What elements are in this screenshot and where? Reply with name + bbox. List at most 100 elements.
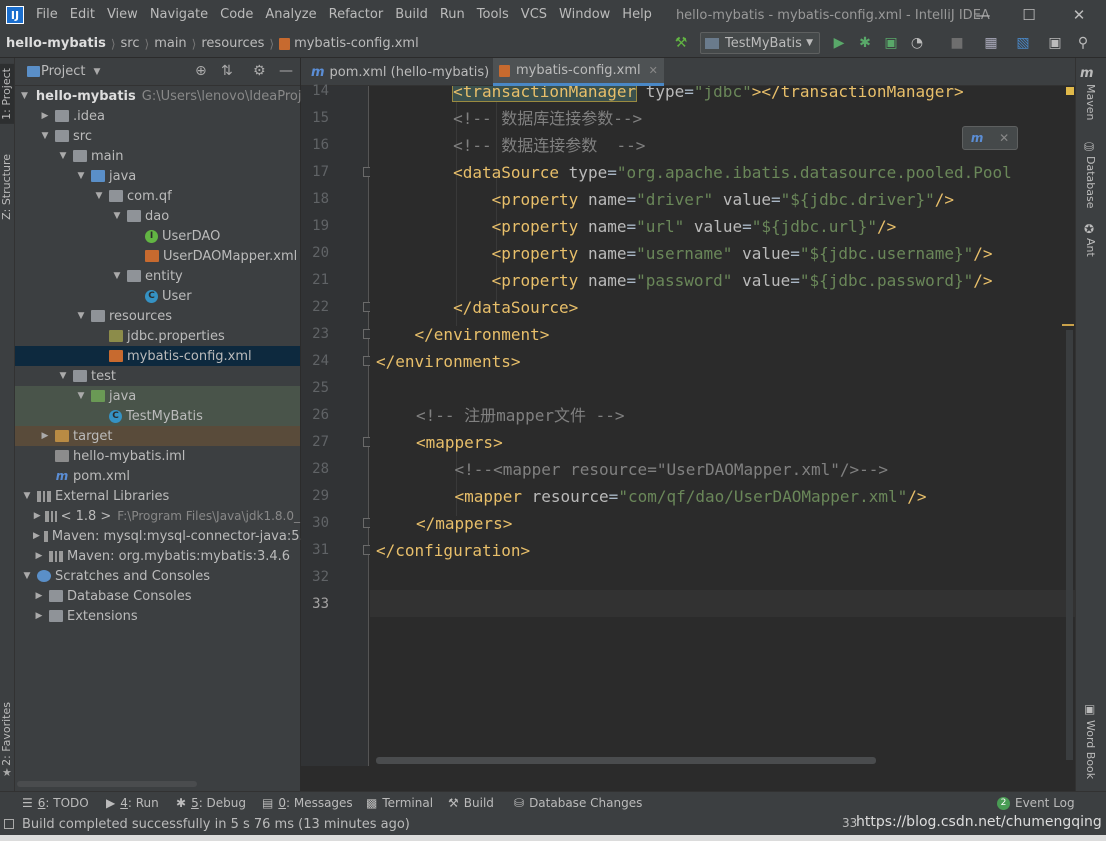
folder-icon: [49, 610, 63, 622]
menu-navigate[interactable]: Navigate: [144, 0, 214, 30]
breadcrumb-file[interactable]: mybatis-config.xml: [294, 36, 419, 51]
tree-item-iml[interactable]: hello-mybatis.iml: [15, 446, 300, 466]
todo-tool-button[interactable]: ☰ 6: TODO: [22, 792, 89, 814]
tree-item-jdbc-properties[interactable]: jdbc.properties: [15, 326, 300, 346]
breadcrumb-resources[interactable]: resources: [201, 36, 264, 51]
locate-icon[interactable]: ⊕: [195, 63, 207, 79]
menu-file[interactable]: File: [30, 0, 64, 30]
tab-pom-xml[interactable]: m pom.xml (hello-mybatis) ✕: [305, 58, 512, 86]
vertical-scrollbar[interactable]: [1066, 330, 1073, 760]
tree-item-project-root[interactable]: ▼ hello-mybatis G:\Users\lenovo\IdeaProj…: [15, 86, 309, 106]
search-icon[interactable]: ⚲: [1074, 34, 1092, 52]
xml-file-icon: [109, 350, 123, 362]
tree-item-resources[interactable]: ▼ resources: [15, 306, 300, 326]
project-tool-tab[interactable]: 1: Project: [0, 64, 14, 124]
tree-item-extensions[interactable]: ▶ Extensions: [15, 606, 300, 626]
build-hammer-icon[interactable]: ⚒: [672, 34, 690, 52]
properties-file-icon: [109, 330, 123, 342]
tree-item-external-libraries[interactable]: ▼ External Libraries: [15, 486, 300, 506]
terminal-tool-button[interactable]: ▩ Terminal: [366, 792, 433, 814]
tree-item-idea[interactable]: ▶ .idea: [15, 106, 300, 126]
tree-item-main-java[interactable]: ▼ java: [15, 166, 300, 186]
translate-icon[interactable]: ▧: [1014, 34, 1032, 52]
tree-item-test-java[interactable]: ▼ java: [15, 386, 300, 406]
error-stripe-mark[interactable]: [1062, 324, 1074, 326]
close-window-button[interactable]: ✕: [1056, 0, 1102, 30]
package-icon: [109, 190, 123, 202]
tree-item-main[interactable]: ▼ main: [15, 146, 300, 166]
messages-tool-button[interactable]: ▤ 0: Messages: [262, 792, 353, 814]
warning-marker-icon[interactable]: [1066, 87, 1074, 95]
coverage-icon[interactable]: ▣: [882, 34, 900, 52]
debug-tool-button[interactable]: ✱ 5: Debug: [176, 792, 246, 814]
caret-position[interactable]: 33: [842, 816, 857, 830]
profile-icon[interactable]: ◔: [908, 34, 926, 52]
debug-icon[interactable]: ✱: [856, 34, 874, 52]
menu-window[interactable]: Window: [553, 0, 616, 30]
database-tool-tab[interactable]: Database: [1084, 156, 1097, 209]
tree-item-userdao[interactable]: I UserDAO: [15, 226, 300, 246]
presentation-icon[interactable]: ▣: [1046, 34, 1064, 52]
menu-edit[interactable]: Edit: [64, 0, 101, 30]
toggle-tool-windows-icon[interactable]: [4, 819, 14, 829]
tree-item-pom-xml[interactable]: m pom.xml: [15, 466, 300, 486]
collapse-all-icon[interactable]: ⇅: [221, 63, 233, 79]
maven-tool-tab[interactable]: Maven: [1084, 84, 1097, 120]
code-line-30: </mappers>: [416, 514, 513, 533]
menu-view[interactable]: View: [101, 0, 144, 30]
tree-item-target[interactable]: ▶ target: [15, 426, 300, 446]
breadcrumb-main[interactable]: main: [154, 36, 186, 51]
database-changes-tool-button[interactable]: ⛁ Database Changes: [514, 792, 642, 814]
event-log-tool-button[interactable]: 2 Event Log: [997, 792, 1075, 814]
menu-tools[interactable]: Tools: [471, 0, 515, 30]
close-icon[interactable]: ✕: [649, 64, 658, 77]
gear-icon[interactable]: ⚙: [253, 63, 266, 79]
hide-panel-icon[interactable]: —: [279, 63, 293, 79]
build-tool-button[interactable]: ⚒ Build: [448, 792, 494, 814]
menu-analyze[interactable]: Analyze: [259, 0, 322, 30]
breadcrumb-project[interactable]: hello-mybatis: [6, 36, 106, 51]
project-view-select[interactable]: Project: [41, 64, 85, 79]
tree-item-mybatis-config-xml[interactable]: mybatis-config.xml: [15, 346, 300, 366]
tree-item-src[interactable]: ▼ src: [15, 126, 300, 146]
tree-item-jdk[interactable]: ▶ < 1.8 > F:\Program Files\Java\jdk1.8.0…: [15, 506, 300, 526]
stop-icon[interactable]: ■: [948, 34, 966, 52]
breadcrumb-src[interactable]: src: [121, 36, 140, 51]
minimize-button[interactable]: —: [960, 0, 1006, 30]
tree-item-mybatis-lib[interactable]: ▶ Maven: org.mybatis:mybatis:3.4.6: [15, 546, 300, 566]
favorites-tool-tab[interactable]: 2: Favorites: [0, 702, 13, 766]
tree-item-user[interactable]: C User: [15, 286, 300, 306]
tree-item-com-qf[interactable]: ▼ com.qf: [15, 186, 300, 206]
tree-item-database-consoles[interactable]: ▶ Database Consoles: [15, 586, 300, 606]
menu-run[interactable]: Run: [434, 0, 471, 30]
horizontal-scrollbar[interactable]: [17, 781, 197, 787]
run-configuration-select[interactable]: TestMyBatis ▼: [700, 32, 820, 54]
ant-tool-tab[interactable]: Ant: [1084, 238, 1097, 257]
menu-build[interactable]: Build: [389, 0, 434, 30]
tree-item-scratches[interactable]: ▼ Scratches and Consoles: [15, 566, 300, 586]
chevron-down-icon: ▼: [806, 38, 813, 48]
tree-item-entity[interactable]: ▼ entity: [15, 266, 300, 286]
horizontal-scrollbar[interactable]: [376, 757, 876, 764]
chevron-down-icon[interactable]: ▼: [93, 67, 100, 77]
run-tool-button[interactable]: ▶ 4: Run: [106, 792, 159, 814]
close-icon[interactable]: ✕: [999, 131, 1009, 145]
menu-help[interactable]: Help: [616, 0, 658, 30]
word-book-tool-tab[interactable]: Word Book: [1084, 720, 1097, 779]
menu-vcs[interactable]: VCS: [515, 0, 553, 30]
tree-item-testmybatis[interactable]: C TestMyBatis: [15, 406, 300, 426]
menu-refactor[interactable]: Refactor: [323, 0, 390, 30]
mybatis-plugin-popup[interactable]: m ✕: [962, 126, 1018, 150]
tree-item-mysql-connector[interactable]: ▶ Maven: mysql:mysql-connector-java:5.1: [15, 526, 312, 546]
tree-item-userdaomapper-xml[interactable]: UserDAOMapper.xml: [15, 246, 300, 266]
tab-mybatis-config-xml[interactable]: mybatis-config.xml ✕: [493, 58, 664, 86]
tree-item-test[interactable]: ▼ test: [15, 366, 300, 386]
structure-tool-tab[interactable]: Z: Structure: [0, 154, 13, 220]
code-editor[interactable]: <transactionManager type="jdbc"></transa…: [370, 86, 1075, 766]
menu-code[interactable]: Code: [214, 0, 259, 30]
project-structure-icon[interactable]: ▦: [982, 34, 1000, 52]
expanded-arrow-icon: ▼: [113, 271, 121, 281]
maximize-button[interactable]: ☐: [1006, 0, 1052, 30]
run-icon[interactable]: ▶: [830, 34, 848, 52]
tree-item-dao[interactable]: ▼ dao: [15, 206, 300, 226]
